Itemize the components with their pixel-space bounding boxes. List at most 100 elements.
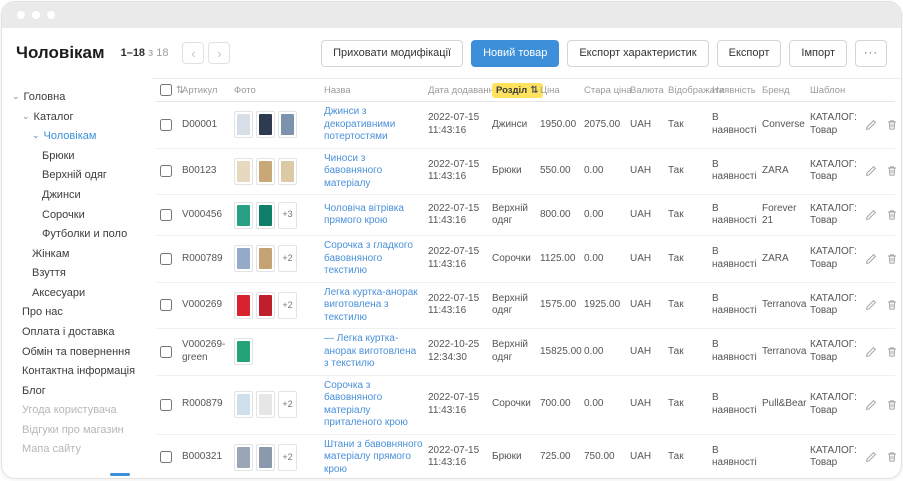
more-photos-badge[interactable]: +2	[278, 245, 297, 272]
row-checkbox[interactable]	[160, 299, 172, 311]
product-photo[interactable]	[278, 111, 297, 138]
more-actions-button[interactable]: ···	[855, 40, 887, 67]
sidebar-item[interactable]: ⌄Головна	[12, 88, 152, 108]
row-checkbox[interactable]	[160, 165, 172, 177]
edit-icon[interactable]	[865, 165, 877, 177]
more-photos-badge[interactable]: +2	[278, 391, 297, 418]
column-header[interactable]: Розділ⇅	[492, 83, 538, 98]
row-checkbox[interactable]	[160, 253, 172, 265]
product-photo[interactable]	[234, 202, 253, 229]
product-photo[interactable]	[234, 391, 253, 418]
product-photo[interactable]	[234, 111, 253, 138]
scrollbar-thumb[interactable]	[110, 473, 130, 476]
product-name-link[interactable]: Чиноси з бавовняного матеріалу	[324, 153, 426, 191]
sorted-column-highlight[interactable]: Розділ⇅	[492, 83, 543, 98]
column-header[interactable]: Назва	[324, 85, 426, 96]
product-name-link[interactable]: Джинси з декоративними потертостями	[324, 106, 426, 144]
sidebar-item[interactable]: Про нас	[12, 303, 152, 323]
sidebar-item[interactable]: ⌄Чоловікам	[12, 127, 152, 147]
delete-icon[interactable]	[886, 165, 898, 177]
sidebar-item[interactable]: Угода користувача	[12, 401, 152, 421]
edit-icon[interactable]	[865, 451, 877, 463]
more-photos-badge[interactable]: +2	[278, 444, 297, 471]
product-photo[interactable]	[256, 111, 275, 138]
window-control-dot[interactable]	[47, 11, 55, 19]
column-header[interactable]: Валюта	[630, 85, 666, 96]
sort-icon[interactable]: ⇅	[530, 85, 538, 96]
delete-icon[interactable]	[886, 209, 898, 221]
delete-icon[interactable]	[886, 119, 898, 131]
product-photo[interactable]	[256, 202, 275, 229]
select-all-checkbox[interactable]	[160, 84, 172, 96]
edit-icon[interactable]	[865, 399, 877, 411]
row-checkbox[interactable]	[160, 119, 172, 131]
sidebar-item[interactable]: Контактна інформація	[12, 362, 152, 382]
sidebar-item[interactable]: Футболки и поло	[12, 225, 152, 245]
row-checkbox[interactable]	[160, 399, 172, 411]
edit-icon[interactable]	[865, 253, 877, 265]
product-name-link[interactable]: Штани з бавовняного матеріалу прямого кр…	[324, 439, 426, 477]
product-photo[interactable]	[256, 292, 275, 319]
chevron-down-icon[interactable]: ⌄	[12, 92, 20, 101]
sidebar-item[interactable]: Блог	[12, 381, 152, 401]
sidebar-item[interactable]: Обмін та повернення	[12, 342, 152, 362]
product-photo[interactable]	[256, 158, 275, 185]
sidebar-item[interactable]: Брюки	[12, 147, 152, 167]
product-name-link[interactable]: Сорочка з гладкого бавовняного текстилю	[324, 240, 426, 278]
delete-icon[interactable]	[886, 399, 898, 411]
product-photo[interactable]	[234, 245, 253, 272]
product-name-link[interactable]: Сорочка з бавовняного матеріалу притален…	[324, 380, 426, 430]
delete-icon[interactable]	[886, 346, 898, 358]
edit-icon[interactable]	[865, 346, 877, 358]
prev-page-button[interactable]: ‹	[182, 42, 204, 64]
sidebar-item[interactable]: Верхній одяг	[12, 166, 152, 186]
sidebar-item[interactable]: Аксесуари	[12, 284, 152, 304]
product-photo[interactable]	[234, 338, 253, 365]
sidebar-item[interactable]: Сорочки	[12, 205, 152, 225]
sidebar-item[interactable]: Взуття	[12, 264, 152, 284]
column-header[interactable]: Наявність	[712, 85, 760, 96]
hide-modifications-button[interactable]: Приховати модифікації	[321, 40, 463, 67]
row-checkbox[interactable]	[160, 451, 172, 463]
product-name-link[interactable]: — Легка куртка-анорак виготовлена з текс…	[324, 333, 426, 371]
product-name-link[interactable]: Легка куртка-анорак виготовлена з тексти…	[324, 287, 426, 325]
sidebar-item[interactable]: Джинси	[12, 186, 152, 206]
sidebar-item[interactable]: Оплата і доставка	[12, 323, 152, 343]
sidebar-item[interactable]: ⌄Каталог	[12, 108, 152, 128]
column-header[interactable]: Фото	[234, 85, 322, 96]
sidebar-item[interactable]: Жінкам	[12, 245, 152, 265]
product-photo[interactable]	[256, 245, 275, 272]
export-button[interactable]: Експорт	[717, 40, 782, 67]
product-photo[interactable]	[234, 444, 253, 471]
product-photo[interactable]	[234, 158, 253, 185]
new-product-button[interactable]: Новий товар	[471, 40, 559, 67]
window-control-dot[interactable]	[32, 11, 40, 19]
product-photo[interactable]	[256, 444, 275, 471]
export-characteristics-button[interactable]: Експорт характеристик	[567, 40, 708, 67]
column-header[interactable]: Бренд	[762, 85, 808, 96]
delete-icon[interactable]	[886, 299, 898, 311]
next-page-button[interactable]: ›	[208, 42, 230, 64]
product-name-link[interactable]: Чоловіча вітрівка прямого крою	[324, 203, 426, 228]
row-checkbox[interactable]	[160, 346, 172, 358]
column-header[interactable]: Шаблон	[810, 85, 862, 96]
chevron-down-icon[interactable]: ⌄	[32, 131, 40, 140]
column-header[interactable]: Дата додавання	[428, 85, 490, 96]
row-checkbox[interactable]	[160, 209, 172, 221]
column-header[interactable]: Відображати	[668, 85, 710, 96]
chevron-down-icon[interactable]: ⌄	[22, 112, 30, 121]
more-photos-badge[interactable]: +3	[278, 202, 297, 229]
edit-icon[interactable]	[865, 119, 877, 131]
column-header[interactable]: Ціна	[540, 85, 582, 96]
more-photos-badge[interactable]: +2	[278, 292, 297, 319]
product-photo[interactable]	[256, 391, 275, 418]
product-photo[interactable]	[234, 292, 253, 319]
delete-icon[interactable]	[886, 253, 898, 265]
import-button[interactable]: Імпорт	[789, 40, 847, 67]
sidebar-item[interactable]: Відгуки про магазин	[12, 421, 152, 441]
window-control-dot[interactable]	[17, 11, 25, 19]
delete-icon[interactable]	[886, 451, 898, 463]
edit-icon[interactable]	[865, 299, 877, 311]
column-header[interactable]: Артикул	[182, 85, 232, 96]
sidebar-item[interactable]: Мапа сайту	[12, 440, 152, 460]
